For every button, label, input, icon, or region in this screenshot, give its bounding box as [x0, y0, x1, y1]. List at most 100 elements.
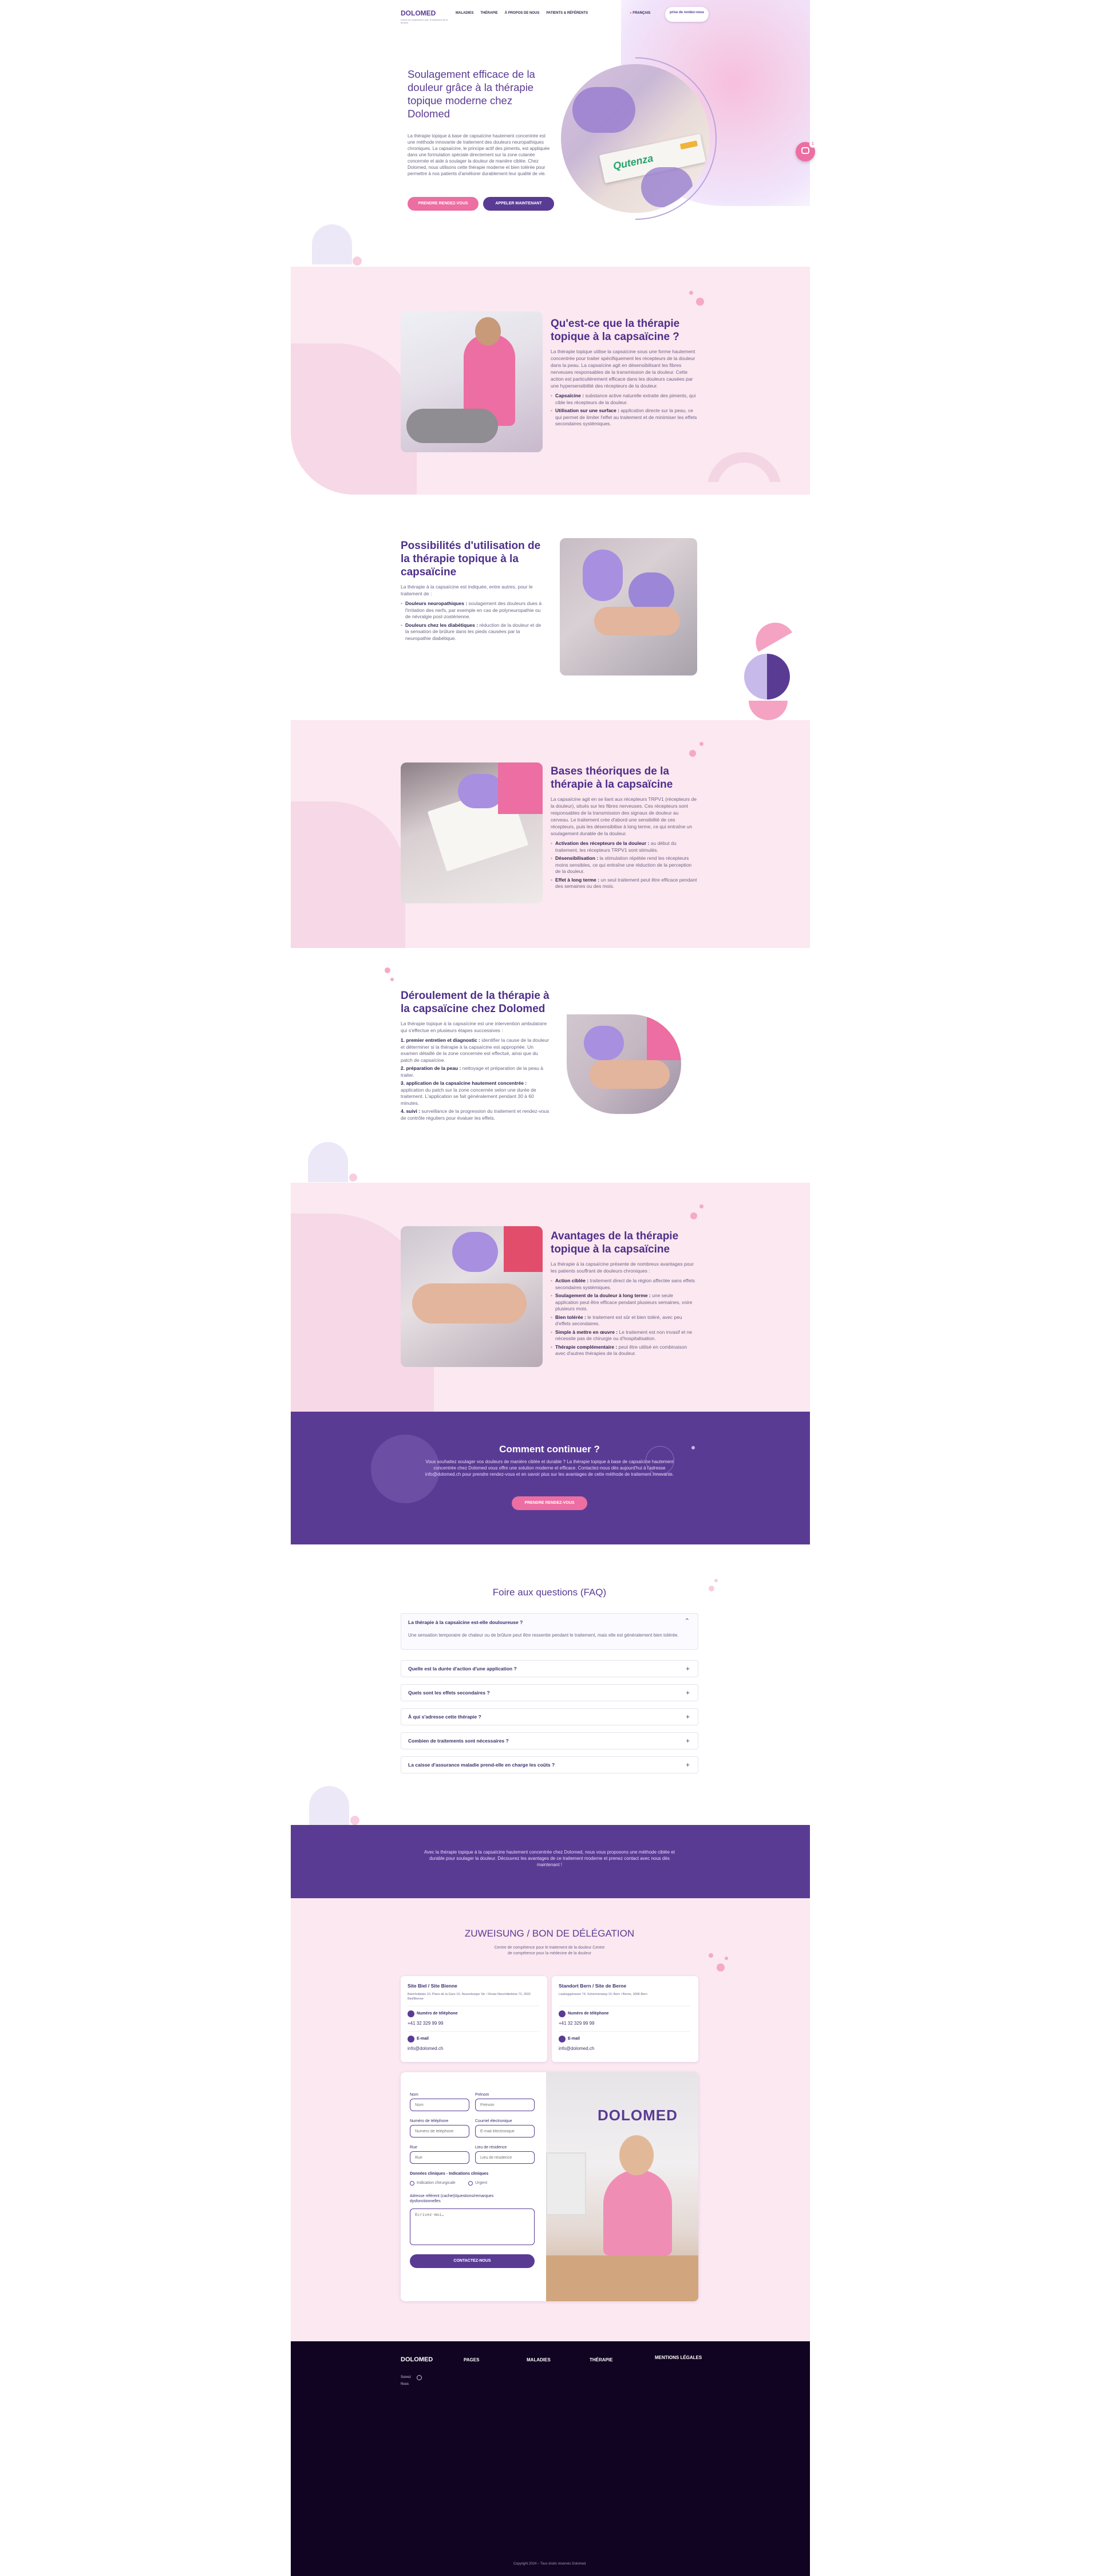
- section5-content: Avantages de la thérapie topique à la ca…: [551, 1230, 697, 1359]
- label-phone: Numéro de téléphone: [410, 2119, 449, 2123]
- faq-item[interactable]: Quelle est la durée d'action d'une appli…: [401, 1660, 698, 1677]
- globe-icon: ●: [630, 11, 632, 15]
- list-item: Désensibilisation : la stimulation répét…: [551, 855, 697, 875]
- decor-dot: [714, 1579, 718, 1582]
- section1-content: Qu'est-ce que la thérapie topique à la c…: [551, 317, 697, 429]
- nav-item-maladies[interactable]: MALADIES: [456, 11, 473, 15]
- reception-desk: [546, 2255, 698, 2301]
- divider: [559, 2031, 690, 2032]
- decor-dot: [709, 1953, 713, 1958]
- street-input[interactable]: [410, 2151, 469, 2164]
- section1-list: Capsaïcine : substance active naturelle …: [551, 393, 697, 428]
- faq-item[interactable]: Quels sont les effets secondaires ? +: [401, 1684, 698, 1701]
- faq-item[interactable]: À qui s'adresse cette thérapie ? +: [401, 1708, 698, 1725]
- plus-icon: +: [685, 1665, 690, 1673]
- email-link[interactable]: info@dolomed.ch: [559, 2046, 594, 2051]
- list-item: Effet à long terme : un seul traitement …: [551, 877, 697, 890]
- contact-form-card: Nom Prénom Numéro de téléphone Courriel …: [401, 2072, 698, 2301]
- section2-title: Possibilités d'utilisation de la thérapi…: [401, 540, 541, 578]
- phone-label: Numéro de téléphone: [417, 2012, 458, 2016]
- faq-title: Foire aux questions (FAQ): [492, 1587, 607, 1598]
- label-message: Adresse référent (cachet)/questions/rema…: [410, 2194, 494, 2203]
- phone-input[interactable]: [410, 2125, 469, 2138]
- decor-dot: [390, 978, 394, 981]
- faq-question: La caisse d'assurance maladie prend-elle…: [408, 1762, 555, 1768]
- section2-photo: [560, 538, 697, 675]
- faq-question: À qui s'adresse cette thérapie ?: [408, 1714, 481, 1720]
- form-submit-button[interactable]: CONTACTEZ-NOUS: [410, 2254, 535, 2268]
- hero-text: La thérapie topique à base de capsaïcine…: [408, 133, 550, 176]
- social-icon[interactable]: [417, 2375, 422, 2380]
- arm: [590, 1060, 670, 1089]
- glove: [452, 1232, 498, 1272]
- phone-link[interactable]: +41 32 329 99 99: [408, 2021, 444, 2026]
- nav-item-therapie[interactable]: THÉRAPIE: [480, 11, 497, 15]
- section4-title: Déroulement de la thérapie à la capsaïci…: [401, 990, 550, 1015]
- footer-link[interactable]: Suivez: [401, 2376, 411, 2379]
- chat-bubble-button[interactable]: 1: [796, 141, 816, 161]
- section3-text: La capsaïcine agit en se liant aux récep…: [551, 796, 697, 836]
- list-item: 4. suivi : surveillance de la progressio…: [401, 1108, 550, 1121]
- chevron-up-icon: ⌃: [684, 1618, 690, 1625]
- footer-link[interactable]: Nous: [401, 2383, 409, 2386]
- faq-question: Quels sont les effets secondaires ?: [408, 1690, 490, 1696]
- language-switch[interactable]: ● FRANÇAIS: [630, 11, 650, 15]
- section3-photo: [401, 762, 543, 903]
- logo[interactable]: DOLOMED Centre de compétence pour le tra…: [401, 8, 452, 24]
- name-input[interactable]: [410, 2099, 469, 2111]
- list-item: Simple à mettre en œuvre : Le traitement…: [551, 1329, 697, 1342]
- email-link[interactable]: info@dolomed.ch: [408, 2046, 443, 2051]
- decor-dot: [349, 1174, 357, 1182]
- mail-icon: [559, 2036, 566, 2042]
- sleeve: [647, 1014, 681, 1060]
- faq-item-open[interactable]: La thérapie à la capsaïcine est-elle dou…: [401, 1613, 698, 1650]
- list-item: Utilisation sur une surface : applicatio…: [551, 408, 697, 428]
- hero-call-label: APPELER MAINTENANT: [495, 202, 542, 206]
- location-card-biel: Site Biel / Site Bienne Bahnhofplatz 10,…: [401, 1976, 547, 2062]
- phone-link[interactable]: +41 32 329 99 99: [559, 2021, 595, 2026]
- chat-badge: 1: [809, 141, 816, 148]
- header-cta-button[interactable]: prise de rendez-vous: [665, 7, 709, 22]
- decor-circle-purple: [744, 654, 790, 700]
- location-name: Standort Bern / Site de Berne: [559, 1983, 627, 1989]
- faq-item[interactable]: La caisse d'assurance maladie prend-elle…: [401, 1756, 698, 1773]
- sleeve: [498, 762, 543, 814]
- list-item: Douleurs chez les diabétiques : réductio…: [401, 622, 544, 642]
- section3-title: Bases théoriques de la thérapie à la cap…: [551, 765, 673, 791]
- plus-icon: +: [685, 1713, 690, 1721]
- main-nav: MALADIES THÉRAPIE À PROPOS DE NOUS PATIE…: [456, 11, 588, 15]
- firstname-input[interactable]: [475, 2099, 535, 2111]
- checkbox-urgent[interactable]: [468, 2181, 473, 2186]
- hero-call-button[interactable]: APPELER MAINTENANT: [483, 197, 554, 211]
- continue-appointment-button[interactable]: PRENDRE RENDEZ-VOUS: [512, 1496, 587, 1510]
- city-input[interactable]: [475, 2151, 535, 2164]
- nav-item-about[interactable]: À PROPOS DE NOUS: [505, 11, 540, 15]
- hero-appointment-button[interactable]: PRENDRE RENDEZ-VOUS: [408, 197, 479, 211]
- leg: [412, 1283, 527, 1323]
- email-input[interactable]: [475, 2125, 535, 2138]
- section5-title: Avantages de la thérapie topique à la ca…: [551, 1230, 679, 1255]
- decor-dot: [717, 1963, 725, 1971]
- footer-logo[interactable]: DOLOMED: [401, 2356, 433, 2363]
- decor-dot: [696, 298, 704, 306]
- label-city: Lieu de résidence: [475, 2146, 507, 2150]
- decor-dot: [699, 1204, 703, 1208]
- site-header: DOLOMED Centre de compétence pour le tra…: [401, 6, 721, 29]
- list-item: Activation des récepteurs de la douleur …: [551, 840, 697, 854]
- label-check1: Indication chirurgicale: [417, 2181, 456, 2185]
- footer-col-therapie: THÉRAPIE: [590, 2357, 613, 2362]
- nav-item-patients[interactable]: PATIENTS & RÉFÉRENTS: [546, 11, 588, 15]
- continue-button-label: PRENDRE RENDEZ-VOUS: [524, 1501, 575, 1505]
- faq-answer: Une sensation temporaire de chaleur ou d…: [408, 1633, 679, 1638]
- section2-list: Douleurs neuropathiques : soulagement de…: [401, 600, 544, 642]
- hero-title: Soulagement efficace de la douleur grâce…: [408, 68, 535, 120]
- receptionist-head: [619, 2135, 654, 2175]
- section3-content: Bases théoriques de la thérapie à la cap…: [551, 765, 697, 892]
- footer-col-legal[interactable]: MENTIONS LÉGALES: [655, 2355, 702, 2360]
- checkbox-surgical[interactable]: [410, 2181, 414, 2186]
- decor-quarter-circle: [308, 1142, 348, 1182]
- section4-content: Déroulement de la thérapie à la capsaïci…: [401, 989, 550, 1123]
- faq-item[interactable]: Combien de traitements sont nécessaires …: [401, 1732, 698, 1749]
- message-textarea[interactable]: [410, 2208, 535, 2245]
- delegation-subtitle: Centre de compétence pour le traitement …: [494, 1946, 605, 1955]
